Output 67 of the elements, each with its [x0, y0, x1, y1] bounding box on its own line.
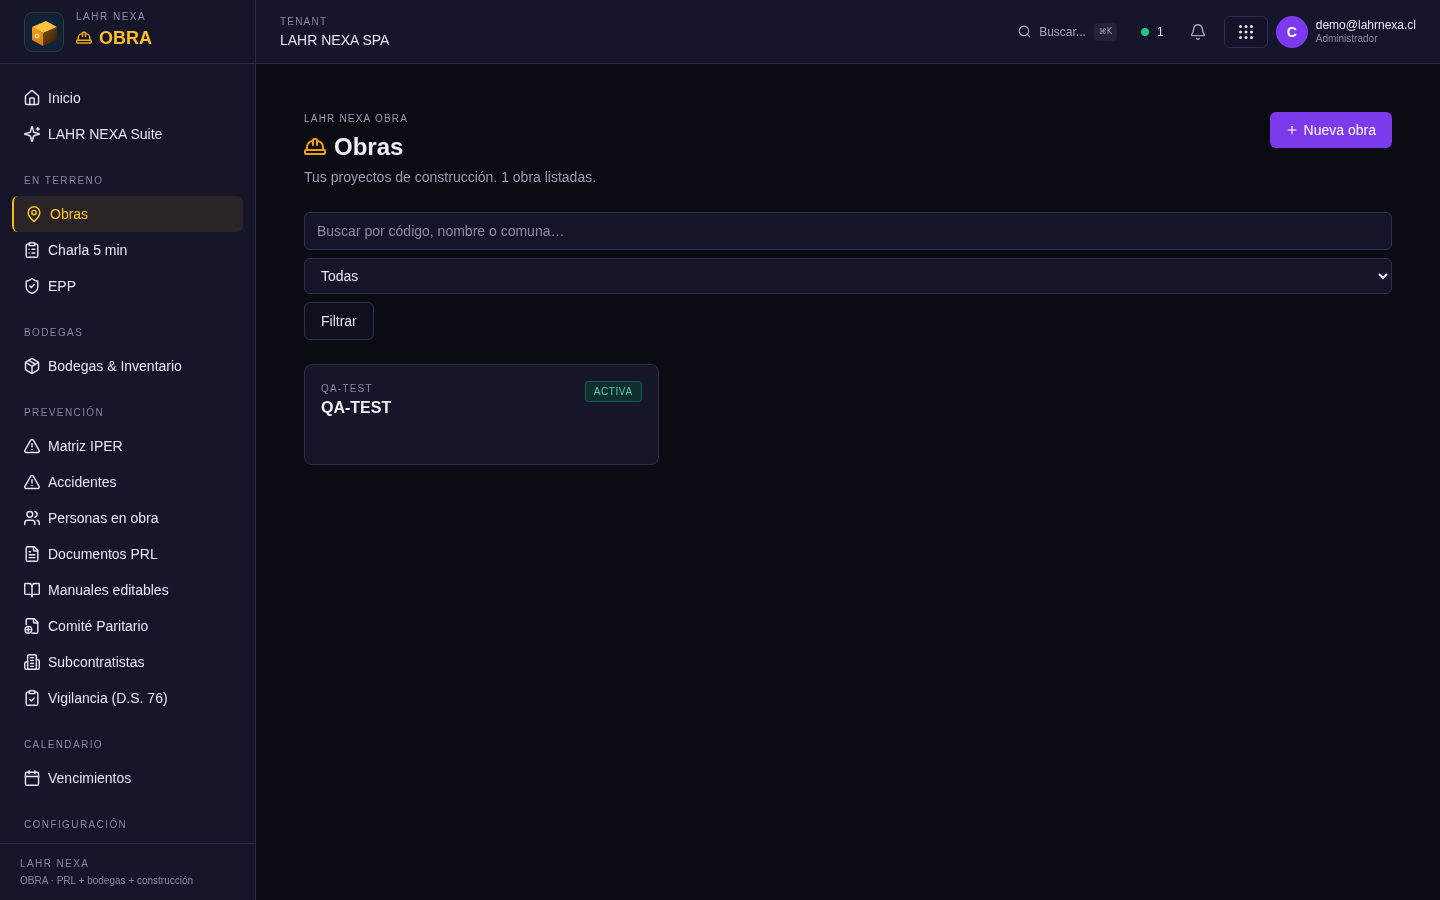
page-subtitle: Tus proyectos de construcción. 1 obra listadas.	[304, 168, 597, 186]
nav-item[interactable]: Vigilancia (D.S. 76)	[12, 680, 243, 716]
user-email: demo@lahrnexa.cl	[1315, 18, 1416, 32]
tenant-label: TENANT	[280, 15, 329, 28]
cube-logo	[24, 11, 64, 52]
calendar-icon	[24, 770, 40, 786]
nav-item[interactable]: Matriz IPER	[12, 428, 243, 464]
status-badge: ACTIVA	[584, 381, 642, 402]
user-role: Administrador	[1315, 33, 1379, 45]
box-icon	[24, 358, 40, 374]
apps-button[interactable]	[1223, 15, 1268, 48]
user-avatar[interactable]: C	[1275, 15, 1308, 48]
clipboard-check-icon	[24, 690, 40, 706]
map-pin-icon	[26, 206, 42, 222]
nav-item[interactable]: Vencimientos	[12, 760, 243, 796]
status-select[interactable]: Todas	[304, 258, 1392, 294]
building-icon	[24, 654, 40, 670]
plus-icon	[1285, 124, 1298, 136]
brand-eyebrow: LAHR NEXA	[76, 10, 148, 23]
nav-item[interactable]: Obras	[12, 196, 243, 232]
page-eyebrow: LAHR NEXA OBRA	[304, 112, 410, 126]
page-title: Obras	[334, 132, 404, 162]
warning-icon	[24, 438, 40, 454]
footer-subtitle: OBRA · PRL + bodegas + construcción	[20, 874, 195, 888]
search-button[interactable]: Buscar... ⌘K	[1018, 22, 1118, 41]
nav-item[interactable]: Comité Paritario	[12, 608, 243, 644]
nav-item[interactable]: Charla 5 min	[12, 232, 243, 268]
section-label: EN TERRENO	[23, 174, 105, 188]
section-label: CONFIGURACIÓN	[23, 818, 129, 832]
online-count: 1	[1157, 24, 1164, 39]
document-icon	[24, 546, 40, 562]
nav-item[interactable]: Documentos PRL	[12, 536, 243, 572]
search-field[interactable]: Buscar por código, nombre o comuna…	[304, 212, 1392, 250]
clipboard-list-icon	[24, 242, 40, 258]
hard-hat-icon	[304, 136, 326, 158]
shortcut-hint: ⌘K	[1093, 22, 1118, 41]
book-icon	[24, 582, 40, 598]
nav-item[interactable]: Inicio	[12, 80, 243, 116]
nav-item[interactable]: Personas en obra	[12, 500, 243, 536]
hard-hat-icon	[76, 29, 92, 46]
project-card[interactable]: QA-TEST QA-TEST ACTIVA	[304, 364, 659, 465]
section-label: BODEGAS	[23, 326, 85, 340]
search-icon	[1018, 25, 1032, 38]
nav-item[interactable]: Manuales editables	[12, 572, 243, 608]
nav-item[interactable]: LAHR NEXA Suite	[12, 116, 243, 152]
section-label: CALENDARIO	[23, 738, 104, 752]
filter-button[interactable]: Filtrar	[304, 302, 374, 340]
footer-title: LAHR NEXA	[20, 857, 91, 871]
nav-item[interactable]: Accidentes	[12, 464, 243, 500]
file-badge-icon	[24, 618, 40, 634]
nav-item[interactable]: Subcontratistas	[12, 644, 243, 680]
new-project-button[interactable]: Nueva obra	[1269, 112, 1392, 148]
house-icon	[24, 90, 40, 106]
warning-icon	[24, 474, 40, 490]
users-icon	[24, 510, 40, 526]
project-code: QA-TEST	[321, 382, 374, 396]
tenant-name: LAHR NEXA SPA	[280, 31, 390, 48]
nav-item[interactable]: Bodegas & Inventario	[12, 348, 243, 384]
bell-icon[interactable]	[1189, 23, 1206, 40]
shield-check-icon	[24, 278, 40, 294]
status-dot-icon	[1141, 27, 1150, 36]
project-name: QA-TEST	[321, 398, 392, 418]
nav-item[interactable]: EPP	[12, 268, 243, 304]
grid-icon	[1238, 24, 1253, 39]
sparkle-icon	[24, 126, 40, 142]
product-name: OBRA	[99, 26, 152, 49]
section-label: PREVENCIÓN	[23, 406, 106, 420]
